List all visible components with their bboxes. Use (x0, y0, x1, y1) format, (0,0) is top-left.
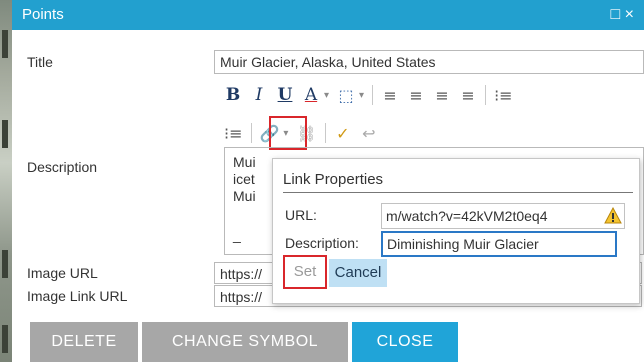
delete-button[interactable]: DELETE (30, 322, 138, 362)
set-button[interactable]: Set (283, 255, 327, 289)
bulleted-list-icon[interactable]: ⁝≡ (224, 121, 243, 145)
map-feature (2, 250, 8, 278)
dialog-title: Points (22, 6, 64, 23)
cancel-button[interactable]: Cancel (329, 259, 387, 287)
align-center-icon[interactable]: ≡ (407, 83, 425, 107)
change-symbol-button[interactable]: CHANGE SYMBOL (142, 322, 348, 362)
image-url-label: Image URL (27, 265, 98, 281)
link-properties-popup: Link Properties URL: m/watch?v=42kVM2t0e… (272, 158, 640, 304)
justify-icon[interactable]: ≡ (459, 83, 477, 107)
background-map-strip (0, 0, 12, 362)
link-description-input[interactable]: Diminishing Muir Glacier (381, 231, 617, 257)
toolbar-divider (372, 85, 374, 105)
window-controls[interactable]: □ × (611, 0, 634, 30)
toolbar-divider (324, 123, 326, 143)
dialog-title-bar: Points □ × (12, 0, 644, 30)
title-input[interactable]: Muir Glacier, Alaska, United States (214, 50, 644, 74)
map-feature (2, 120, 8, 148)
url-value: m/watch?v=42kVM2t0eq4 (386, 208, 548, 224)
font-color-button[interactable]: A (302, 83, 320, 107)
toolbar-row-1: B I U A ▾ ⬚ ▾ ≡ ≡ ≡ ≡ ⁝≡ (224, 81, 521, 109)
title-label: Title (27, 54, 53, 70)
editor-text-line: _ (233, 227, 241, 243)
url-label: URL: (285, 207, 317, 223)
highlight-dropdown-icon[interactable]: ▾ (359, 90, 364, 101)
numbered-list-icon[interactable]: ⁝≡ (494, 83, 513, 107)
close-button[interactable]: CLOSE (352, 322, 458, 362)
editor-text-line: Mui (233, 188, 256, 204)
map-feature (2, 325, 8, 353)
description-field-label: Description: (285, 235, 359, 251)
bold-button[interactable]: B (224, 83, 242, 107)
link-properties-title: Link Properties (283, 171, 384, 188)
points-dialog: Points □ × Title Muir Glacier, Alaska, U… (12, 0, 644, 362)
anchor-icon[interactable]: ✓ (334, 121, 352, 145)
font-color-dropdown-icon[interactable]: ▾ (324, 90, 329, 101)
editor-text-line: icet (233, 171, 255, 187)
highlight-color-icon[interactable]: ⬚ (337, 83, 355, 107)
insert-link-highlight (269, 116, 307, 150)
align-right-icon[interactable]: ≡ (433, 83, 451, 107)
map-feature (2, 30, 8, 58)
underline-button[interactable]: U (276, 83, 294, 107)
url-input[interactable]: m/watch?v=42kVM2t0eq4 (381, 203, 625, 229)
editor-text-line: Mui (233, 154, 256, 170)
image-link-url-label: Image Link URL (27, 288, 128, 304)
align-left-icon[interactable]: ≡ (381, 83, 399, 107)
remove-anchor-icon[interactable]: ↩ (360, 121, 378, 145)
toolbar-divider (250, 123, 252, 143)
dialog-footer: DELETE CHANGE SYMBOL CLOSE (12, 322, 644, 362)
warning-icon (604, 207, 622, 224)
italic-button[interactable]: I (250, 83, 268, 107)
title-divider (283, 192, 633, 193)
toolbar-divider (485, 85, 487, 105)
description-label: Description (27, 159, 98, 175)
